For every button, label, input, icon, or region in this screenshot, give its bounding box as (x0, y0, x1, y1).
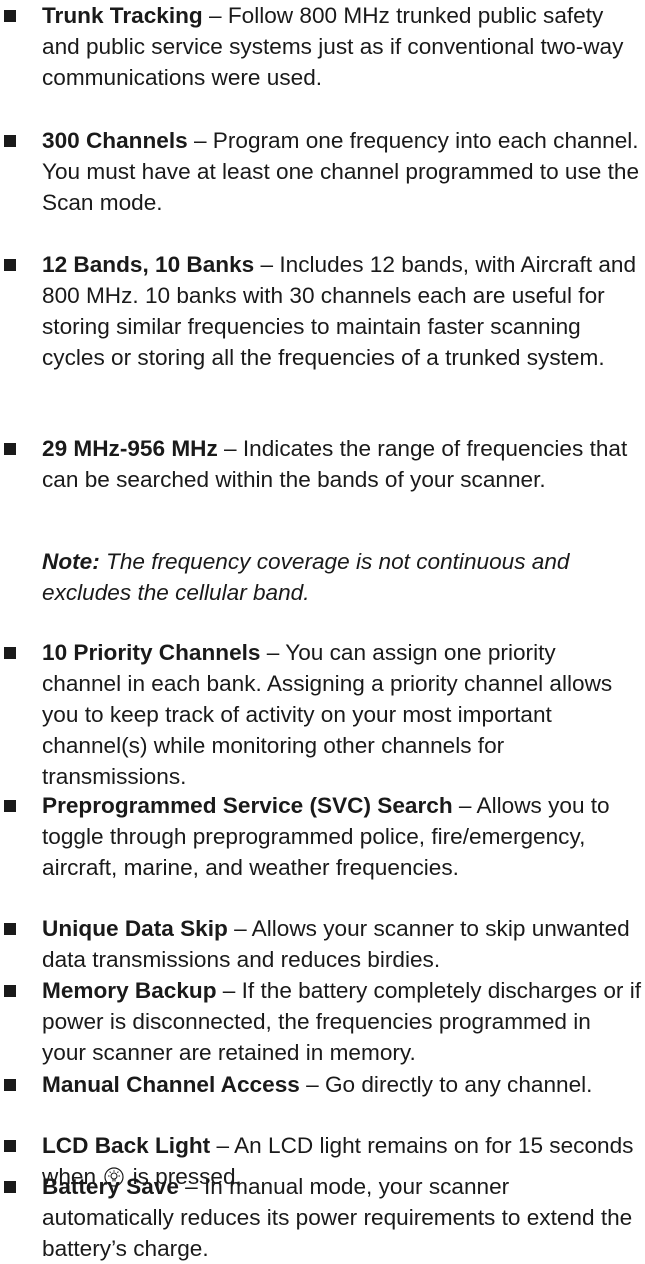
bullet-icon (4, 985, 16, 997)
bullet-icon (4, 443, 16, 455)
bullet-icon (4, 10, 16, 22)
feature-item-data-skip: Unique Data Skip – Allows your scanner t… (0, 913, 645, 975)
bullet-icon (4, 135, 16, 147)
feature-item-priority-channels: 10 Priority Channels – You can assign on… (0, 637, 645, 792)
feature-term: Preprogrammed Service (SVC) Search (42, 793, 453, 818)
bullet-icon (4, 647, 16, 659)
feature-term: 300 Channels (42, 128, 188, 153)
bullet-icon (4, 800, 16, 812)
bullet-icon (4, 1181, 16, 1193)
bullet-icon (4, 1079, 16, 1091)
feature-term: Battery Save (42, 1174, 179, 1199)
feature-item-bands-banks: 12 Bands, 10 Banks – Includes 12 bands, … (0, 249, 645, 373)
feature-term: 10 Priority Channels (42, 640, 261, 665)
feature-term: Memory Backup (42, 978, 217, 1003)
feature-term: 12 Bands, 10 Banks (42, 252, 255, 277)
feature-term: LCD Back Light (42, 1133, 211, 1158)
feature-item-trunk-tracking: Trunk Tracking – Follow 800 MHz trunked … (0, 0, 645, 93)
feature-term: Unique Data Skip (42, 916, 228, 941)
feature-item-battery-save: Battery Save – In manual mode, your scan… (0, 1171, 645, 1264)
feature-item-frequency-range: 29 MHz-956 MHz – Indicates the range of … (0, 433, 645, 495)
feature-desc: – Go directly to any channel. (299, 1072, 593, 1097)
feature-item-memory-backup: Memory Backup – If the battery completel… (0, 975, 645, 1068)
note-text: The frequency coverage is not continuous… (42, 549, 570, 605)
feature-term: 29 MHz-956 MHz (42, 436, 218, 461)
feature-item-300-channels: 300 Channels – Program one frequency int… (0, 125, 645, 218)
feature-term: Trunk Tracking (42, 3, 203, 28)
feature-term: Manual Channel Access (42, 1072, 300, 1097)
bullet-icon (4, 923, 16, 935)
bullet-icon (4, 259, 16, 271)
note-label: Note: (42, 549, 100, 574)
frequency-note: Note: The frequency coverage is not cont… (0, 546, 645, 608)
bullet-icon (4, 1140, 16, 1152)
feature-item-svc-search: Preprogrammed Service (SVC) Search – All… (0, 790, 645, 883)
feature-item-manual-access: Manual Channel Access – Go directly to a… (0, 1069, 645, 1100)
